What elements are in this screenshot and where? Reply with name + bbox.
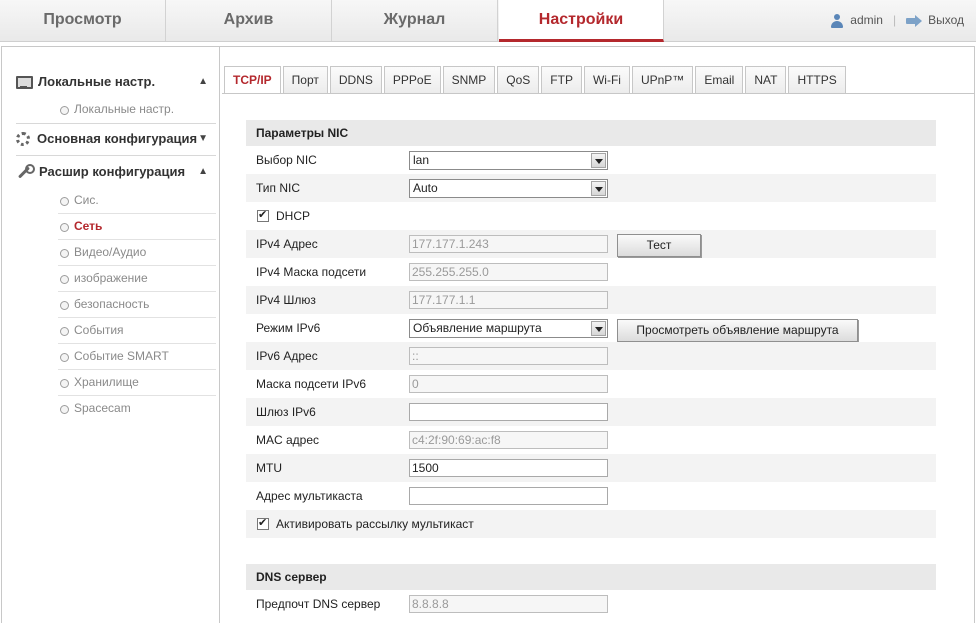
expand-icon[interactable]: ▼ — [198, 126, 208, 152]
tab-pppoe[interactable]: PPPoE — [383, 66, 441, 93]
sidebar-section-advanced[interactable]: Расшир конфигурация ▲ — [16, 159, 216, 185]
tab-snmp[interactable]: SNMP — [442, 66, 496, 93]
tab-ddns[interactable]: DDNS — [329, 66, 382, 93]
divider — [16, 155, 216, 156]
logout-link[interactable]: Выход — [928, 0, 964, 41]
mtu-label: MTU — [256, 461, 282, 475]
user-area: admin | Выход — [830, 0, 964, 41]
multicast-address-input[interactable] — [409, 487, 608, 505]
sidebar-item-events[interactable]: События — [58, 318, 216, 344]
tab-port[interactable]: Порт — [282, 66, 328, 93]
nav-tab-live-view[interactable]: Просмотр — [0, 0, 166, 41]
ipv6-mode-value: Объявление маршрута — [413, 321, 542, 335]
dhcp-row: DHCP — [246, 202, 936, 230]
tabs-underline — [222, 93, 974, 94]
test-button[interactable]: Тест — [617, 234, 701, 257]
ipv6-mask-label: Маска подсети IPv6 — [256, 377, 367, 391]
ipv6-addr-label: IPv6 Адрес — [256, 349, 318, 363]
tab-https[interactable]: HTTPS — [788, 66, 846, 93]
ipv6-mask-input[interactable] — [409, 375, 608, 393]
ipv4-gateway-input[interactable] — [409, 291, 608, 309]
top-navigation: Просмотр Архив Журнал Настройки admin | … — [0, 0, 976, 42]
nic-type-select[interactable]: Auto — [409, 179, 608, 198]
nic-select[interactable]: lan — [409, 151, 608, 170]
sidebar-section-basic[interactable]: Основная конфигурация ▼ — [16, 126, 216, 152]
gateway-label: IPv4 Шлюз — [256, 293, 316, 307]
monitor-icon — [16, 75, 33, 89]
nic-group-header: Параметры NIC — [246, 120, 936, 146]
mtu-input[interactable] — [409, 459, 608, 477]
nic-type-value: Auto — [413, 181, 438, 195]
chevron-down-icon[interactable] — [591, 321, 606, 336]
nic-type-label: Тип NIC — [256, 181, 301, 195]
nav-tab-log[interactable]: Журнал — [332, 0, 498, 41]
view-route-advertisement-button[interactable]: Просмотреть объявление маршрута — [617, 319, 858, 342]
sidebar-item-smart-events[interactable]: Событие SMART — [58, 344, 216, 370]
tab-tcpip[interactable]: TCP/IP — [224, 66, 281, 94]
multicast-enable-label: Активировать рассылку мультикаст — [276, 517, 474, 531]
sidebar-section-basic-label: Основная конфигурация — [37, 131, 198, 146]
dns-pref-label: Предпочт DNS сервер — [256, 597, 381, 611]
ipv6-gateway-input[interactable] — [409, 403, 608, 421]
nic-select-label: Выбор NIC — [256, 153, 317, 167]
sidebar-item-spacecam[interactable]: Spacecam — [58, 396, 216, 422]
divider — [16, 123, 216, 124]
sidebar-section-advanced-label: Расшир конфигурация — [39, 164, 186, 179]
mask-label: IPv4 Маска подсети — [256, 265, 367, 279]
separator: | — [892, 13, 897, 27]
ipv6-address-input[interactable] — [409, 347, 608, 365]
ipv6-mode-select[interactable]: Объявление маршрута — [409, 319, 608, 338]
logout-icon[interactable] — [906, 14, 923, 27]
tab-nat[interactable]: NAT — [745, 66, 787, 93]
nav-tab-settings[interactable]: Настройки — [499, 0, 664, 42]
mac-address-input[interactable] — [409, 431, 608, 449]
gear-icon — [16, 132, 30, 146]
nic-select-value: lan — [413, 153, 430, 167]
ipv4-address-input[interactable] — [409, 235, 608, 253]
tab-wifi[interactable]: Wi-Fi — [583, 66, 630, 93]
sidebar-section-local-label: Локальные настр. — [38, 74, 156, 89]
settings-tabs: TCP/IP Порт DDNS PPPoE SNMP QoS FTP Wi-F… — [224, 66, 848, 94]
sidebar-divider — [219, 47, 220, 623]
collapse-icon[interactable]: ▲ — [198, 69, 208, 95]
user-icon — [830, 13, 844, 28]
chevron-down-icon[interactable] — [591, 153, 606, 168]
sidebar-item-image[interactable]: изображение — [58, 266, 216, 292]
dns-group-header: DNS сервер — [246, 564, 936, 590]
ipv6-gateway-label: Шлюз IPv6 — [256, 405, 316, 419]
collapse-icon[interactable]: ▲ — [198, 159, 208, 185]
dhcp-label: DHCP — [276, 209, 311, 223]
tab-ftp[interactable]: FTP — [541, 66, 582, 93]
sidebar-section-local[interactable]: Локальные настр. ▲ — [16, 69, 216, 95]
sidebar-item-video-audio[interactable]: Видео/Аудио — [58, 240, 216, 266]
ipv6-mode-label: Режим IPv6 — [256, 321, 321, 335]
nav-tab-archive[interactable]: Архив — [166, 0, 332, 41]
username[interactable]: admin — [850, 0, 883, 41]
multicast-enable-checkbox[interactable] — [257, 516, 269, 530]
preferred-dns-input[interactable] — [409, 595, 608, 613]
sidebar-item-security[interactable]: безопасность — [58, 292, 216, 318]
ipv4-label: IPv4 Адрес — [256, 237, 318, 251]
tab-email[interactable]: Email — [695, 66, 744, 93]
sidebar-item-network[interactable]: Сеть — [58, 214, 216, 240]
sidebar-item-storage[interactable]: Хранилище — [58, 370, 216, 396]
ipv4-mask-input[interactable] — [409, 263, 608, 281]
chevron-down-icon[interactable] — [591, 181, 606, 196]
multicast-enable-row: Активировать рассылку мультикаст — [246, 510, 936, 538]
sidebar-item-system[interactable]: Сис. — [58, 188, 216, 214]
tab-upnp[interactable]: UPnP™ — [631, 66, 694, 93]
dhcp-checkbox[interactable] — [257, 208, 269, 222]
tab-qos[interactable]: QoS — [497, 66, 540, 93]
mac-label: MAC адрес — [256, 433, 320, 447]
wrench-icon — [16, 164, 35, 180]
multicast-label: Адрес мультикаста — [256, 489, 363, 503]
sidebar-item-local-settings[interactable]: Локальные настр. — [58, 97, 216, 123]
